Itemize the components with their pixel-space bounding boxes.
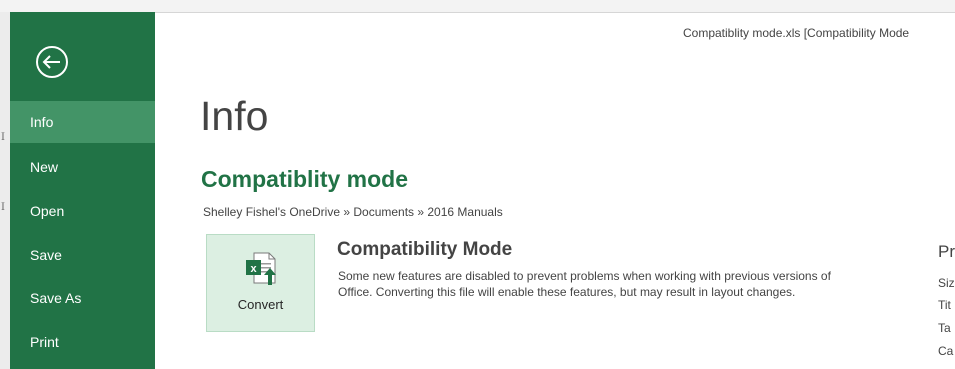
window-title: Compatiblity mode.xls [Compatibility Mod… bbox=[683, 26, 910, 40]
sidebar-item-save-as[interactable]: Save As bbox=[10, 277, 155, 319]
properties-heading: Pr bbox=[938, 242, 955, 261]
breadcrumb: Shelley Fishel's OneDrive » Documents » … bbox=[203, 205, 503, 219]
row-mark: I bbox=[1, 132, 5, 143]
property-label: Siz bbox=[938, 276, 955, 290]
property-label: Ta bbox=[938, 321, 951, 335]
backstage-sidebar: Info New Open Save Save As Print bbox=[10, 12, 155, 369]
compatibility-heading: Compatibility Mode bbox=[337, 239, 513, 260]
sidebar-item-label: New bbox=[30, 159, 59, 175]
sidebar-item-label: Save As bbox=[30, 290, 82, 306]
row-mark: I bbox=[1, 202, 5, 213]
back-arrow-circle-icon[interactable] bbox=[32, 42, 72, 82]
sidebar-item-label: Print bbox=[30, 334, 59, 350]
sidebar-item-label: Info bbox=[30, 114, 54, 130]
property-label: Ca bbox=[938, 344, 954, 358]
sidebar-item-label: Save bbox=[30, 247, 62, 263]
compatibility-description: Some new features are disabled to preven… bbox=[338, 269, 831, 299]
sidebar-item-label: Open bbox=[30, 203, 65, 219]
sidebar-item-save[interactable]: Save bbox=[10, 234, 155, 276]
svg-text:x: x bbox=[250, 263, 257, 275]
sidebar-item-print[interactable]: Print bbox=[10, 321, 155, 363]
sidebar-item-new[interactable]: New bbox=[10, 146, 155, 188]
sidebar-item-open[interactable]: Open bbox=[10, 190, 155, 232]
property-label: Tit bbox=[938, 298, 951, 312]
properties-panel: Pr Siz Tit Ta Ca bbox=[938, 230, 955, 369]
excel-convert-icon: x bbox=[245, 251, 277, 290]
convert-button-label: Convert bbox=[237, 297, 284, 312]
page-title: Info bbox=[200, 93, 269, 139]
sidebar-item-info[interactable]: Info bbox=[10, 101, 155, 143]
convert-button[interactable]: x Convert bbox=[206, 234, 315, 332]
background-row-edge: I I bbox=[0, 12, 10, 369]
document-title: Compatiblity mode bbox=[201, 166, 409, 192]
